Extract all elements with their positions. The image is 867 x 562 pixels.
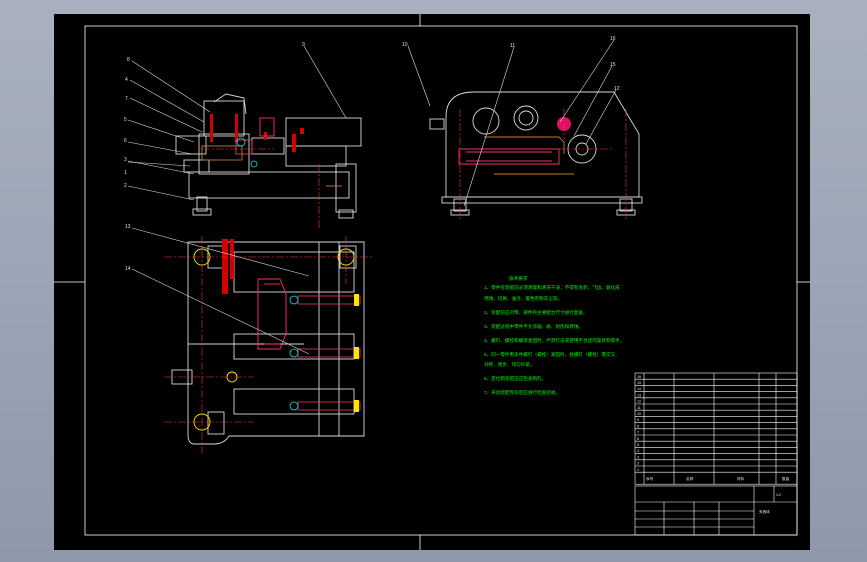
part-label-4: 4 [125,77,128,83]
bom-seq-number: 4 [637,449,639,453]
bom-seq-number: 5 [637,443,639,447]
part-label-7: 7 [125,96,128,102]
side-view [429,91,643,216]
drawing-title: 夹具体 [759,509,770,514]
bom-seq-number: 6 [637,437,639,441]
centre-lines [164,109,627,454]
bom-seq-number: 2 [637,462,639,466]
notes-title: 技术要求 [509,275,528,282]
part-label-16: 16 [610,36,616,42]
bom-seq-number: 15 [637,381,641,385]
note-line: 7、夹具装配完毕后应进行检查验收。 [484,389,560,396]
title-block: 序号 名称 材料 数量 1:2 夹具体 [634,476,798,536]
part-label-8: 8 [127,57,130,63]
bom-seq-number: 16 [637,375,641,379]
bill-of-materials: 16 15 14 13 12 11 10 9 8 7 6 5 4 3 2 1 [634,372,798,485]
scale-value: 1:2 [776,493,781,497]
part-label-1: 1 [124,170,127,176]
note-line: 锈蚀、切屑、油污、着色剂和灰尘等。 [484,295,562,302]
bom-seq-number: 14 [637,387,641,391]
bom-seq-number: 12 [637,400,641,404]
bom-seq-number: 8 [637,424,639,428]
part-label-9: 9 [302,42,305,48]
note-line: 4、螺钉、螺栓和螺母紧固时，严禁打击或使用不合适的旋具和扳手。 [484,337,624,344]
bom-seq-number: 10 [637,412,641,416]
header-qty: 数量 [782,476,790,481]
part-label-15: 15 [610,62,616,68]
bom-seq-number: 7 [637,431,639,435]
bom-seq-number: 3 [637,455,639,459]
drawing-sheet: 8 4 7 5 6 3 2 1 9 10 11 16 15 12 13 14 技… [54,14,810,550]
note-line: 5、同一零件用多件螺钉（螺栓）紧固时，各螺钉（螺栓）需交叉、 [484,351,620,358]
part-label-6: 6 [124,138,127,144]
part-label-12: 12 [614,86,620,92]
bom-seq-number: 9 [637,418,639,422]
header-material: 材料 [737,476,745,481]
bom-seq-number: 1 [637,468,639,472]
header-name: 名称 [686,476,694,481]
note-line: 6、定位销装配前应检查销孔。 [484,375,546,382]
part-label-3: 3 [124,157,127,163]
bom-seq-number: 13 [637,393,641,397]
note-line: 2、装配前应对零、部件的主要配合尺寸进行复查。 [484,309,588,316]
part-label-5: 5 [124,117,127,123]
part-label-10: 10 [402,42,408,48]
technical-notes: 技术要求 1、零件在装配前必须清理和清洗干净，不得有毛刺、飞边、氧化皮 锈蚀、切… [484,275,624,396]
bom-seq-number: 11 [637,406,641,410]
front-view [175,93,362,219]
note-line: 对称、逐步、均匀拧紧。 [484,361,535,368]
part-label-11: 11 [510,43,515,49]
note-line: 1、零件在装配前必须清理和清洗干净，不得有毛刺、飞边、氧化皮 [484,284,620,291]
part-label-13: 13 [125,224,131,230]
note-line: 3、装配过程中零件不允许磕、碰、划伤和锈蚀。 [484,323,583,330]
part-label-14: 14 [125,266,131,272]
header-seq: 序号 [646,476,654,481]
cad-drawing: 8 4 7 5 6 3 2 1 9 10 11 16 15 12 13 14 技… [54,14,810,550]
plan-view [171,239,365,445]
inner-border [84,25,798,536]
part-label-2: 2 [124,183,127,189]
